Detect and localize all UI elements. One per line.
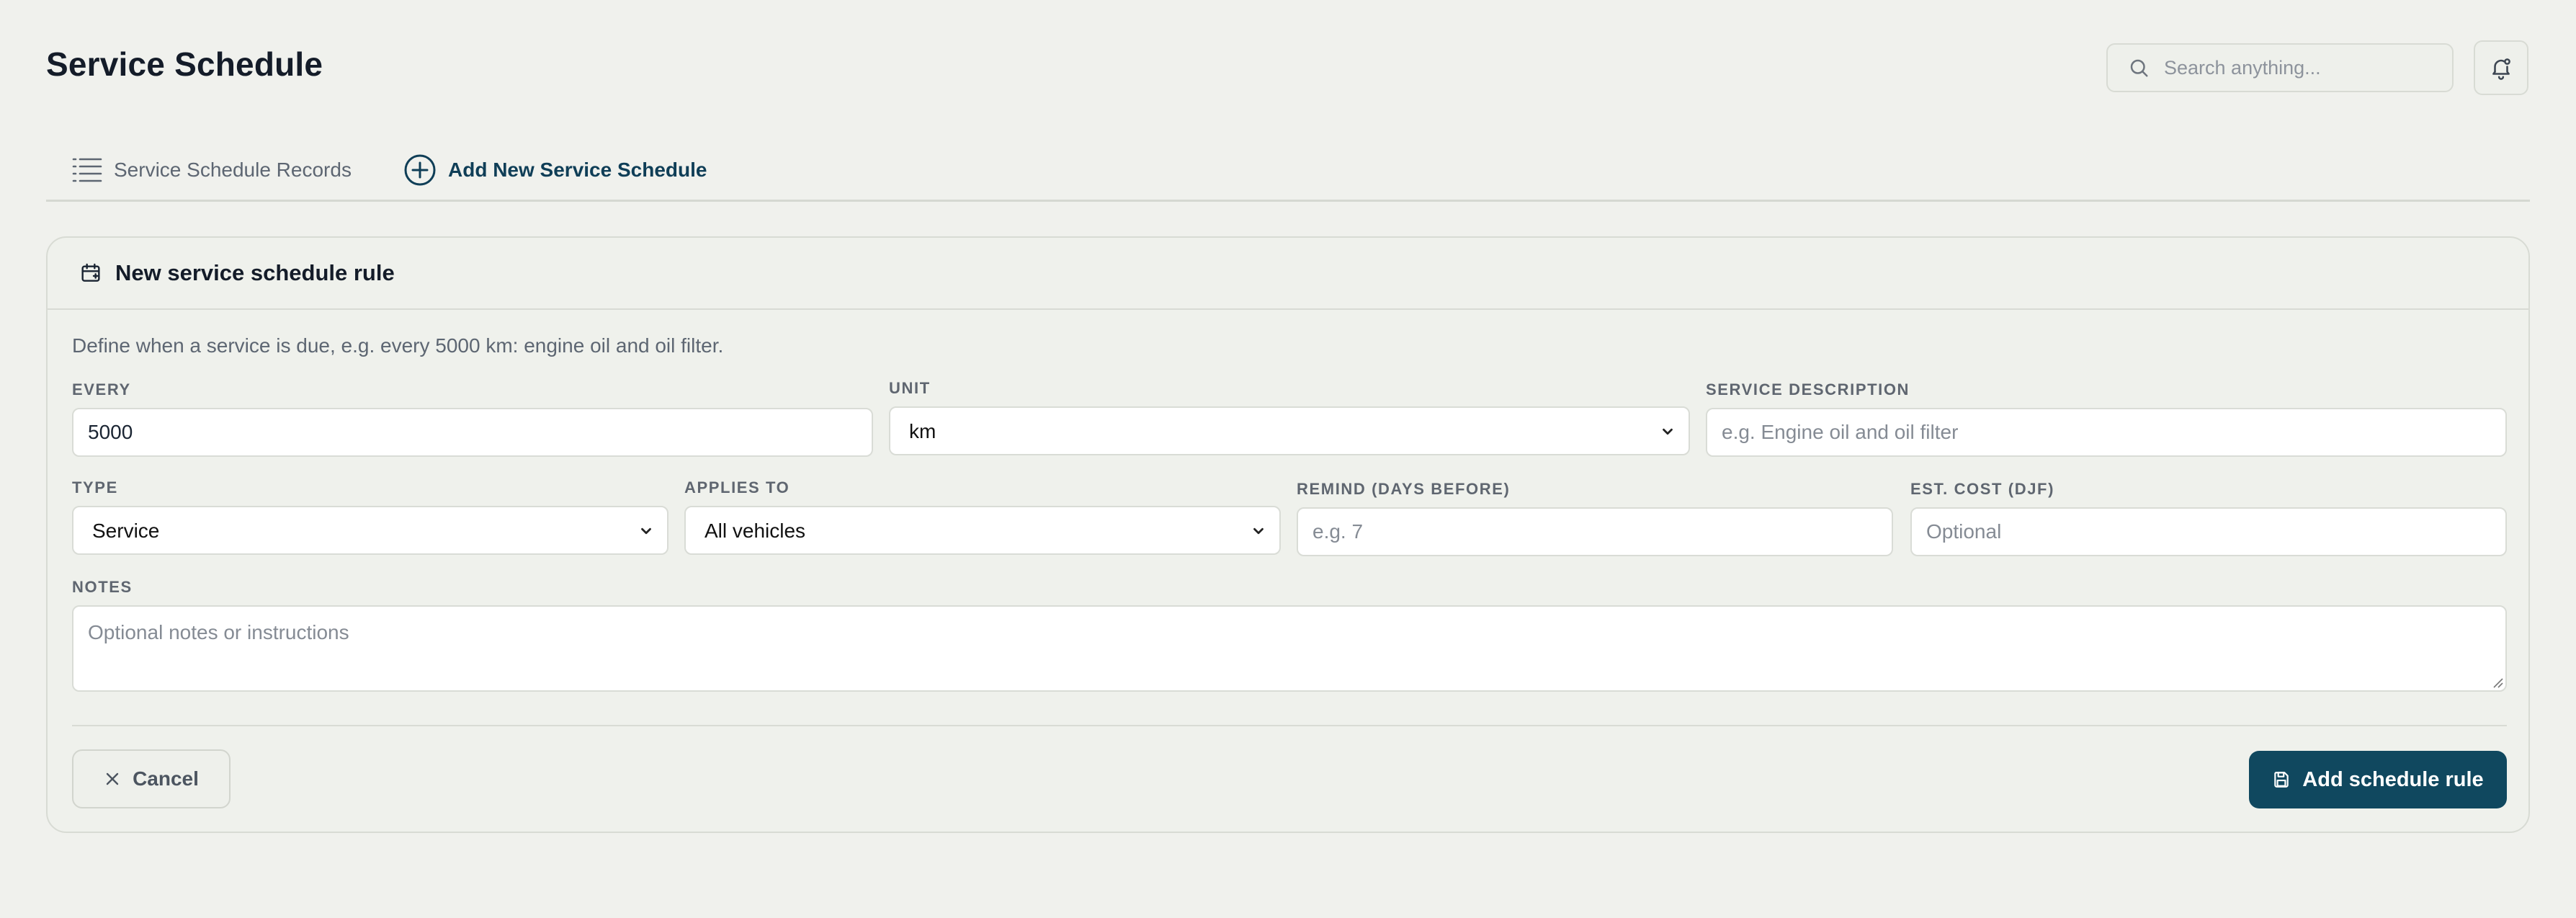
page-title: Service Schedule: [46, 45, 323, 83]
type-select[interactable]: Service: [72, 506, 668, 555]
every-input[interactable]: [72, 408, 873, 457]
submit-label: Add schedule rule: [2302, 767, 2484, 791]
tab-add-new-service-schedule[interactable]: Add New Service Schedule: [403, 151, 707, 189]
applies-to-select[interactable]: All vehicles: [684, 506, 1281, 555]
service-description-label: Service description: [1706, 380, 1910, 398]
est-cost-input[interactable]: [1910, 507, 2507, 556]
notes-textarea[interactable]: [72, 605, 2507, 692]
search-icon: [2130, 59, 2148, 77]
close-icon: [106, 772, 119, 785]
new-rule-card: New service schedule rule Define when a …: [46, 236, 2530, 833]
tab-bar: Service Schedule Records Add New Service…: [46, 141, 2530, 202]
add-schedule-rule-button[interactable]: Add schedule rule: [2249, 751, 2507, 808]
divider: [72, 725, 2507, 726]
form-description: Define when a service is due, e.g. every…: [72, 334, 724, 357]
list-icon: [72, 158, 102, 182]
remind-days-input[interactable]: [1297, 507, 1893, 556]
unit-label: Unit: [889, 379, 931, 397]
cancel-label: Cancel: [133, 767, 199, 790]
save-icon: [2274, 772, 2289, 788]
applies-to-label: Applies to: [684, 478, 790, 496]
every-label: Every: [72, 380, 131, 398]
tab-label: Add New Service Schedule: [448, 159, 707, 181]
search-input[interactable]: [2164, 56, 2438, 79]
type-label: Type: [72, 478, 118, 496]
notes-label: Notes: [72, 578, 133, 596]
notifications-button[interactable]: [2474, 40, 2528, 95]
tab-service-schedule-records[interactable]: Service Schedule Records: [72, 151, 352, 189]
card-header: New service schedule rule: [48, 238, 2528, 310]
bell-icon: [2492, 58, 2510, 80]
applies-to-dropdown[interactable]: All vehicles: [686, 507, 1279, 553]
remind-label: Remind (days before): [1297, 480, 1511, 498]
cancel-button[interactable]: Cancel: [72, 749, 231, 808]
unit-dropdown[interactable]: km: [890, 408, 1689, 454]
unit-select[interactable]: km: [889, 406, 1690, 455]
tab-label: Service Schedule Records: [114, 159, 352, 181]
search-box[interactable]: [2106, 43, 2454, 92]
plus-circle-icon: [404, 154, 436, 186]
est-cost-label: Est. cost (DJF): [1910, 480, 2055, 498]
type-dropdown[interactable]: Service: [73, 507, 667, 553]
calendar-plus-icon: [81, 263, 100, 282]
card-title: New service schedule rule: [115, 260, 395, 285]
resize-grip-icon[interactable]: [2491, 676, 2504, 689]
service-description-input[interactable]: [1706, 408, 2507, 457]
